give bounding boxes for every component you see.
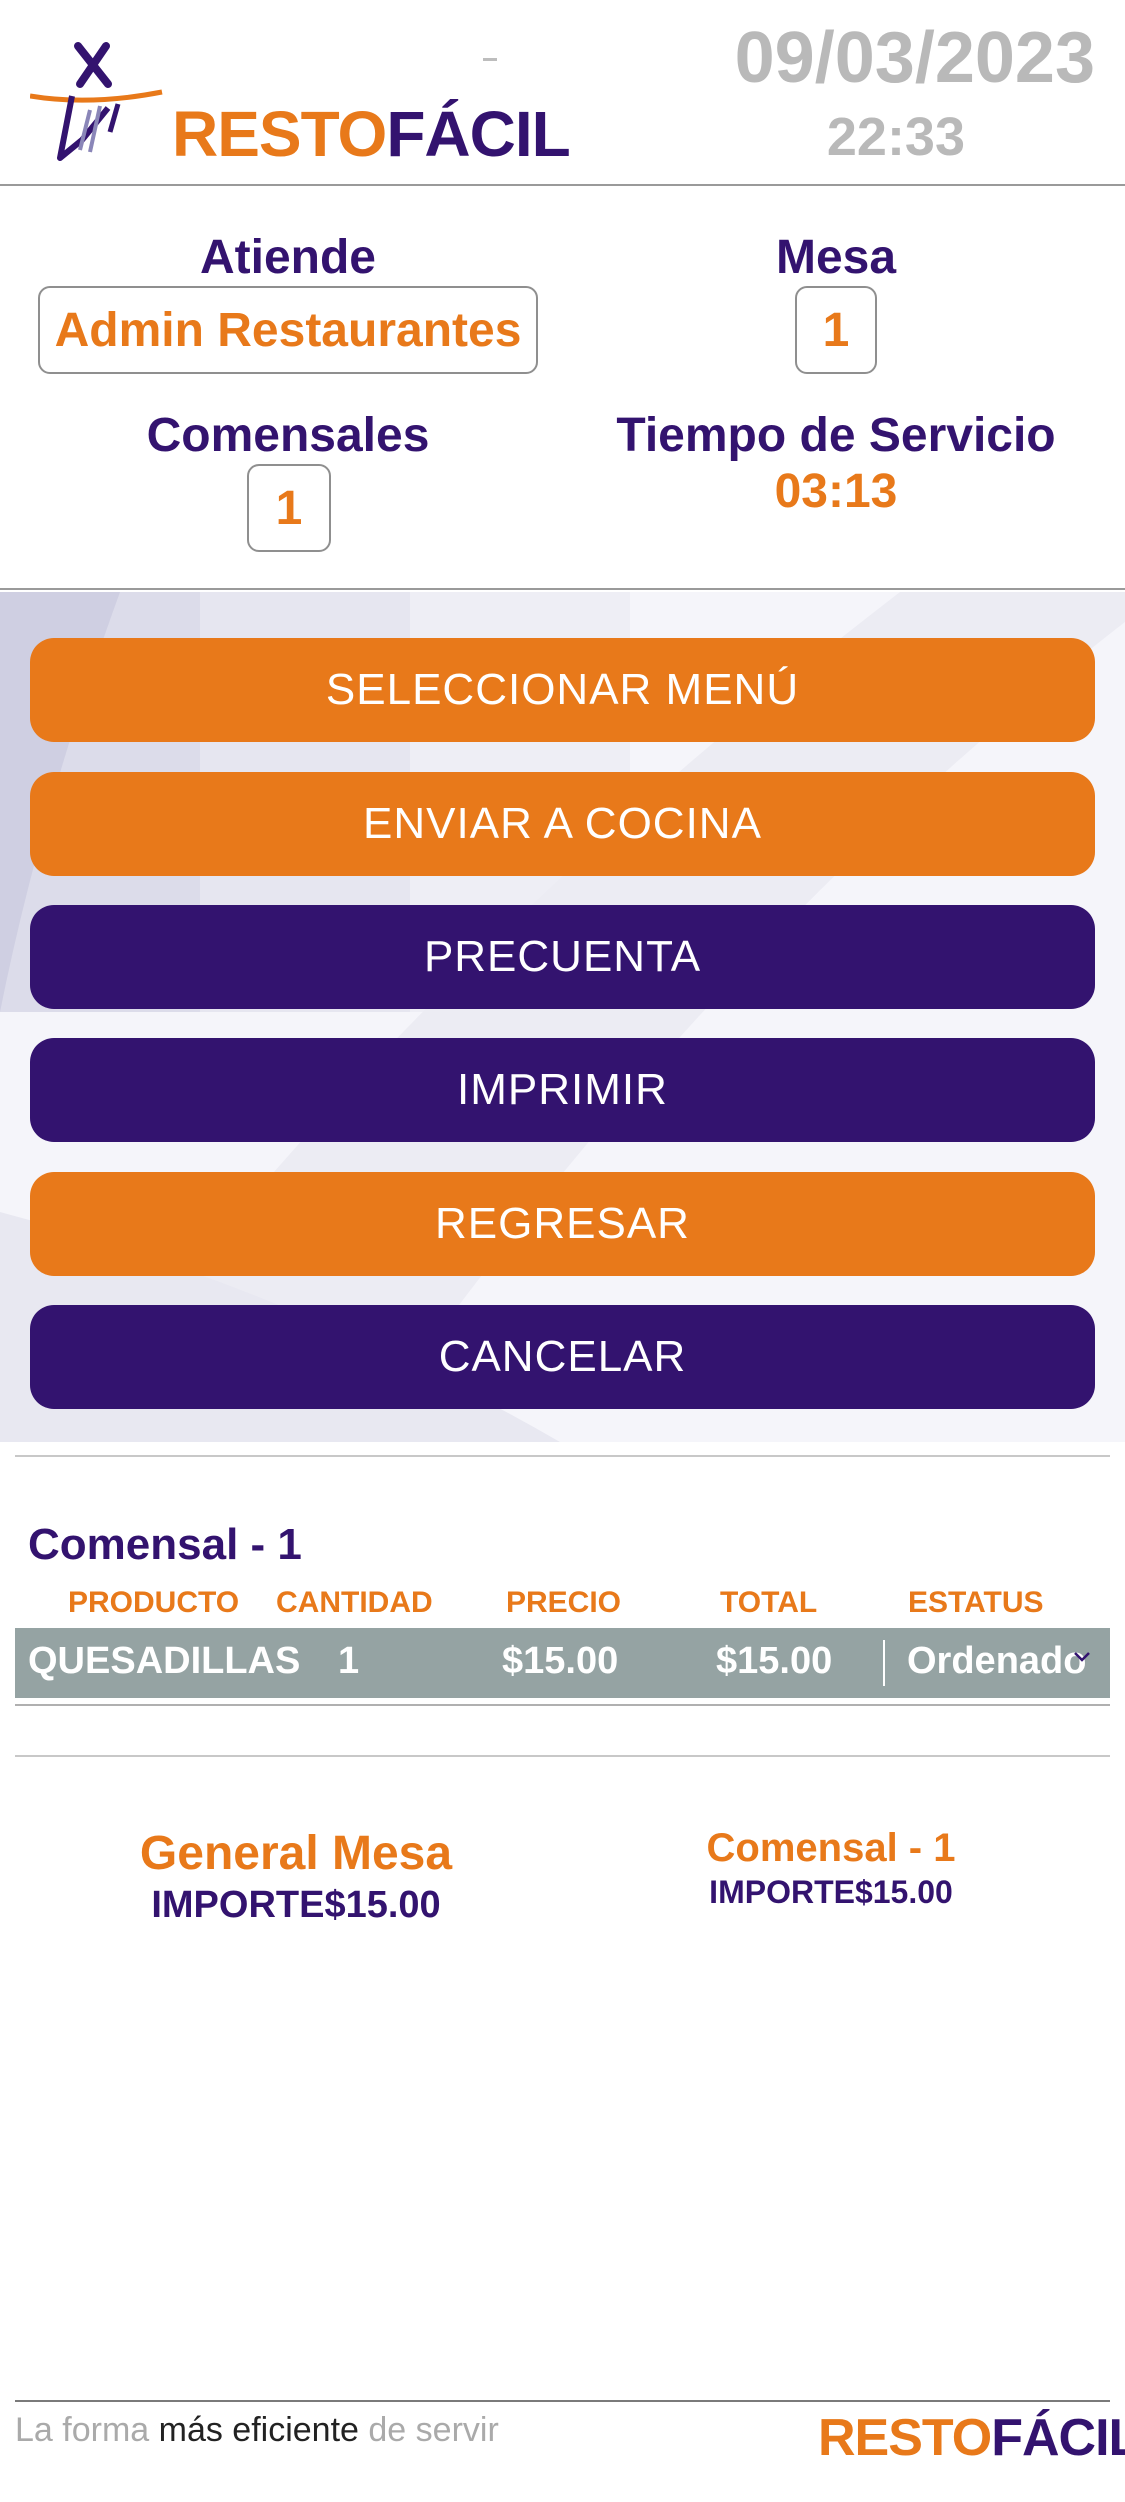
cell-precio: $15.00 bbox=[502, 1640, 619, 1682]
mesa-label: Mesa bbox=[775, 231, 897, 284]
restofacil-logo: RESTOFÁCIL bbox=[30, 40, 571, 180]
general-mesa-importe: IMPORTE$15.00 bbox=[151, 1884, 441, 1926]
logo-facil: FÁCIL bbox=[386, 98, 570, 170]
logo-resto: RESTO bbox=[172, 98, 387, 170]
table-info: Atiende Admin Restaurantes Mesa 1 Comens… bbox=[0, 188, 1125, 590]
column-header-estatus: ESTATUS bbox=[908, 1586, 1044, 1619]
row-underline bbox=[15, 1704, 1110, 1706]
cell-producto: QUESADILLAS bbox=[28, 1640, 301, 1682]
chevron-down-icon[interactable] bbox=[1072, 1646, 1092, 1666]
column-header-total: TOTAL bbox=[720, 1586, 818, 1619]
precuenta-button[interactable]: PRECUENTA bbox=[30, 905, 1095, 1009]
comensales-label: Comensales bbox=[146, 409, 430, 462]
column-header-producto: PRODUCTO bbox=[68, 1586, 240, 1619]
tagline-part-3: de servir bbox=[358, 2411, 499, 2449]
section-divider bbox=[15, 1455, 1110, 1457]
section-divider bbox=[15, 1755, 1110, 1757]
header-time: 22:33 bbox=[826, 107, 965, 167]
table-row[interactable]: QUESADILLAS 1 $15.00 $15.00 Ordenado bbox=[15, 1628, 1110, 1698]
footer-logo-facil: FÁCIL bbox=[991, 2409, 1125, 2467]
tagline-part-1: La forma bbox=[15, 2411, 159, 2449]
cell-cantidad: 1 bbox=[338, 1640, 360, 1682]
footer-divider bbox=[15, 2400, 1110, 2402]
footer-logo-resto: RESTO bbox=[818, 2409, 992, 2467]
regresar-button[interactable]: REGRESAR bbox=[30, 1172, 1095, 1276]
divider-dash bbox=[483, 58, 497, 61]
footer-logo: RESTOFÁCIL bbox=[818, 2412, 1125, 2464]
column-header-cantidad: CANTIDAD bbox=[276, 1586, 433, 1619]
action-buttons-panel: SELECCIONAR MENÚ ENVIAR A COCINA PRECUEN… bbox=[0, 592, 1125, 1442]
column-header-precio: PRECIO bbox=[506, 1586, 622, 1619]
cell-total: $15.00 bbox=[716, 1640, 833, 1682]
atiende-label: Atiende bbox=[199, 231, 376, 284]
imprimir-button[interactable]: IMPRIMIR bbox=[30, 1038, 1095, 1142]
footer-tagline: La forma más eficiente de servir bbox=[15, 2410, 499, 2451]
app-header: RESTOFÁCIL 09/03/2023 22:33 bbox=[0, 0, 1125, 186]
mesa-field[interactable]: 1 bbox=[795, 286, 877, 374]
cell-divider bbox=[883, 1640, 885, 1686]
comensal-total-title: Comensal - 1 bbox=[706, 1826, 956, 1870]
header-date: 09/03/2023 bbox=[734, 18, 1095, 98]
status-select[interactable]: Ordenado bbox=[907, 1642, 1087, 1680]
enviar-a-cocina-button[interactable]: ENVIAR A COCINA bbox=[30, 772, 1095, 876]
comensales-field[interactable]: 1 bbox=[247, 464, 331, 552]
tiempo-servicio-label: Tiempo de Servicio bbox=[616, 409, 1056, 462]
seleccionar-menu-button[interactable]: SELECCIONAR MENÚ bbox=[30, 638, 1095, 742]
atiende-field[interactable]: Admin Restaurantes bbox=[38, 286, 538, 374]
tagline-part-2: más eficiente bbox=[158, 2411, 359, 2449]
waiter-logo-icon bbox=[30, 42, 163, 161]
logo-wordmark: RESTOFÁCIL bbox=[172, 102, 571, 166]
tiempo-servicio-value: 03:13 bbox=[774, 465, 898, 518]
general-mesa-title: General Mesa bbox=[139, 1827, 453, 1880]
cancelar-button[interactable]: CANCELAR bbox=[30, 1305, 1095, 1409]
comensal-total-importe: IMPORTE$15.00 bbox=[709, 1874, 953, 1910]
comensal-title: Comensal - 1 bbox=[28, 1520, 302, 1569]
